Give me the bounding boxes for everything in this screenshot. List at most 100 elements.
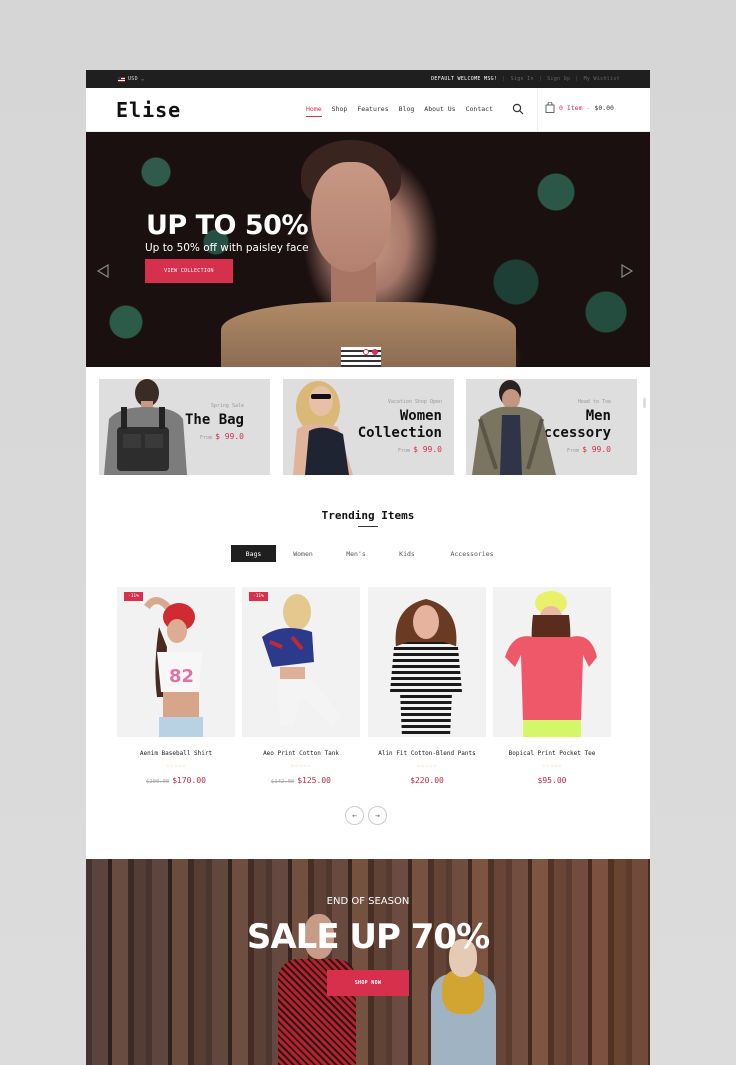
shopping-bag-icon [545,102,555,113]
slider-dot[interactable] [363,349,369,355]
product-photo: 82 [144,597,203,737]
old-price: $142.00 [271,779,295,785]
banner-image [293,381,353,475]
star-rating: ☆☆☆☆☆ [290,762,312,769]
product-card: -11% Aeo Print Cotton Tank ☆☆☆☆☆ $142.00… [242,587,360,785]
product-name[interactable]: Aenim Baseball Shirt [117,750,235,757]
banner-text: Spring Sale The Bag From $ 99.0 [185,403,244,441]
discount-badge: -11% [124,592,143,601]
current-price: $95.00 [537,776,567,785]
product-name[interactable]: Alin Fit Cotton-Blend Pants [368,750,486,757]
current-price: $220.00 [410,776,444,785]
product-card: Alin Fit Cotton-Blend Pants ☆☆☆☆☆ $220.0… [368,587,486,785]
logo[interactable]: Elise [116,98,181,122]
product-name[interactable]: Bopical Print Pocket Tee [493,750,611,757]
nav-item-blog[interactable]: Blog [399,105,415,113]
product-image[interactable]: -11% [242,587,360,737]
welcome-message: DEFAULT WELCOME MSG! [431,76,498,82]
nav-item-contact[interactable]: Contact [466,105,493,113]
scrollbar[interactable] [643,398,646,408]
category-tabs: Bags Women Men's Kids Accessories [231,545,512,562]
site-header: Elise Home Shop Features Blog About Us C… [86,88,650,132]
product-price: $142.00 $125.00 [242,776,360,785]
banner-title: Collection [357,425,442,441]
prev-arrow-button[interactable]: ← [345,806,364,825]
tab-women[interactable]: Women [276,545,330,562]
banner-title: The Bag [184,412,244,428]
product-image[interactable] [493,587,611,737]
banner-image [104,379,187,475]
current-price: $125.00 [297,776,331,785]
slider-dot-active[interactable] [372,349,378,355]
slider-next-arrow-icon[interactable] [620,264,634,278]
slider-dots [363,349,378,355]
discount-badge: -11% [249,592,268,601]
cart-total: $0.00 [594,103,614,112]
product-card: 82 -11% Aenim Baseball Shirt ☆☆☆☆☆ $200.… [117,587,235,785]
cart-separator: - [586,103,591,112]
us-flag-icon [118,76,125,82]
product-price: $95.00 [493,776,611,785]
product-image[interactable] [368,587,486,737]
nav-item-shop[interactable]: Shop [332,105,348,113]
tab-bags[interactable]: Bags [231,545,276,562]
sign-up-link[interactable]: Sign Up [547,76,570,82]
banner-price: From $ 99.0 [185,432,244,441]
tab-mens[interactable]: Men's [330,545,382,562]
slider-prev-arrow-icon[interactable] [96,264,110,278]
nav-item-features[interactable]: Features [357,105,388,113]
product-photo [390,599,462,737]
product-card: Bopical Print Pocket Tee ☆☆☆☆☆ $95.00 [493,587,611,785]
main-nav: Home Shop Features Blog About Us Contact [306,105,493,117]
price-value: $ 99.0 [582,445,611,454]
banner-kicker: Spring Sale [210,403,244,409]
svg-text:82: 82 [169,666,194,687]
divider: | [538,76,543,82]
page: USD ⌄ DEFAULT WELCOME MSG! | Sign In | S… [86,70,650,1065]
from-label: From [567,448,580,454]
banner-kicker: Vacation Shop Open [387,399,442,405]
tab-accessories[interactable]: Accessories [432,545,512,562]
sale-kicker: END OF SEASON [326,896,410,907]
tab-kids[interactable]: Kids [382,545,432,562]
view-collection-button[interactable]: VIEW COLLECTION [145,259,233,283]
category-banners: Spring Sale The Bag From $ 99.0 Vacation… [99,379,637,475]
title-underline [358,526,378,527]
chevron-down-icon: ⌄ [140,76,145,82]
current-price: $170.00 [172,776,206,785]
divider [537,88,538,132]
banner-men-accessory[interactable]: Head to Toe Men Accessory From $ 99.0 [466,379,637,475]
banner-title: Women [399,408,442,424]
currency-selector[interactable]: USD ⌄ [118,76,144,82]
sale-banner: END OF SEASON SALE UP 70% SHOP NOW [86,859,650,1065]
banner-text: Vacation Shop Open Women Collection From… [358,399,442,454]
nav-item-home[interactable]: Home [306,105,322,117]
banner-women-collection[interactable]: Vacation Shop Open Women Collection From… [283,379,454,475]
top-bar: USD ⌄ DEFAULT WELCOME MSG! | Sign In | S… [86,70,650,88]
section-title: Trending Items [321,509,415,522]
next-arrow-button[interactable]: → [368,806,387,825]
banner-price: From $ 99.0 [358,445,442,454]
divider: | [575,76,579,82]
banner-image [472,380,556,475]
search-icon[interactable] [512,103,524,115]
star-rating: ☆☆☆☆☆ [541,762,563,769]
from-label: From [398,448,411,454]
product-image[interactable]: 82 -11% [117,587,235,737]
product-pager: ← → [345,806,387,825]
shop-now-button[interactable]: SHOP NOW [327,970,409,996]
banner-the-bag[interactable]: Spring Sale The Bag From $ 99.0 [99,379,270,475]
currency-label: USD [128,76,138,82]
product-name[interactable]: Aeo Print Cotton Tank [242,750,360,757]
hero-subtitle: Up to 50% off with paisley face [145,242,309,254]
hero-title: UP TO 50% [146,210,309,241]
hero-slider: UP TO 50% Up to 50% off with paisley fac… [86,132,650,367]
old-price: $200.00 [146,779,170,785]
product-photo [262,594,342,727]
cart-button[interactable]: 0 Item - $0.00 [545,102,614,113]
wishlist-link[interactable]: My Wishlist [584,76,620,82]
nav-item-about-us[interactable]: About Us [424,105,455,113]
hero-image [311,162,391,272]
sign-in-link[interactable]: Sign In [511,76,534,82]
product-price: $220.00 [368,776,486,785]
